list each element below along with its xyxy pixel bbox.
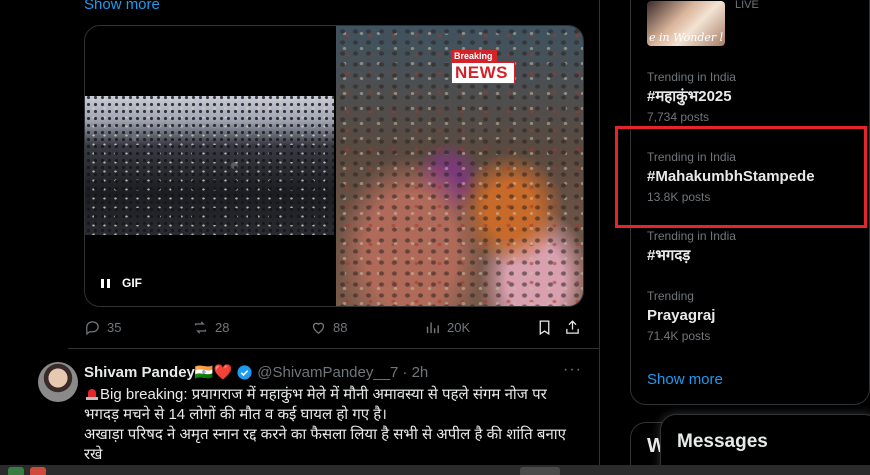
pause-icon[interactable] [101,278,110,288]
trend-tag: #भगदड़ [647,247,691,264]
trend-context: Trending [647,289,694,303]
trend-tag: #महाकुंभ2025 [647,88,732,105]
live-card-text: e in Wonder l [649,31,724,44]
trend-item[interactable]: Trending in India #भगदड़ [647,228,857,266]
timeline-feed: Show more GIF Breaking NEWS 35 28 88 20K… [38,0,600,475]
repost-icon [194,321,207,334]
reply-icon [86,321,99,336]
trend-item[interactable]: Trending in India #महाकुंभ2025 7,734 pos… [647,69,857,125]
crowd-gif-image [85,96,334,235]
app-icon[interactable] [30,467,46,475]
author-name[interactable]: Shivam Pandey🇮🇳❤️ [84,363,232,381]
share-button[interactable] [564,319,581,336]
share-icon [566,320,579,334]
right-sidebar: e in Wonder l LIVE Trending in India #मह… [630,0,870,475]
views-icon [426,322,439,334]
trend-context: Trending in India [647,70,736,84]
tweet-text: Big breaking: प्रयागराज में महाकुंभ मेले… [84,385,584,465]
gif-label: GIF [122,276,142,290]
trend-item[interactable]: Trending Prayagraj 71.4K posts [647,288,857,344]
tweet-line-2: अखाड़ा परिषद ने अमृत स्नान रद्द करने का … [84,426,566,463]
repost-count: 28 [215,320,230,335]
reply-count: 35 [107,320,122,335]
messages-label: Messages [677,431,768,452]
tweet-media-grid[interactable]: GIF Breaking NEWS [84,25,584,307]
bookmark-button[interactable] [536,319,553,336]
news-label: NEWS [451,62,515,84]
trend-post-count: 7,734 posts [647,110,710,124]
trend-tag: Prayagraj [647,307,716,324]
live-label: LIVE [735,0,759,11]
gif-controls[interactable]: GIF [101,276,142,290]
tweet-time[interactable]: · 2h [402,364,428,381]
trend-post-count: 71.4K posts [647,329,711,343]
bookmark-icon [539,320,550,336]
more-options-button[interactable]: ··· [563,361,582,379]
breaking-label: Breaking [451,50,497,62]
avatar[interactable] [38,362,78,402]
breaking-news-badge: Breaking NEWS [451,50,515,84]
author-handle[interactable]: @ShivamPandey__7 [257,364,398,381]
views-button[interactable]: 20K [424,319,470,336]
trend-context: Trending in India [647,229,736,243]
os-taskbar [0,465,870,475]
like-icon [312,322,325,334]
like-count: 88 [333,320,348,335]
verified-icon [237,364,252,380]
siren-icon [86,389,98,400]
tweet-actions: 35 28 88 20K [84,319,584,339]
view-count: 20K [447,320,471,335]
repost-button[interactable]: 28 [192,319,229,336]
app-icon[interactable] [520,467,560,475]
stampede-photo[interactable]: Breaking NEWS [336,26,583,306]
show-more-trends-link[interactable]: Show more [647,371,723,388]
reply-button[interactable]: 35 [84,319,121,336]
gif-media[interactable]: GIF [85,26,334,306]
show-more-link[interactable]: Show more [84,0,160,13]
tweet-header: Shivam Pandey🇮🇳❤️ @ShivamPandey__7 · 2h [84,363,428,382]
live-broadcast-thumbnail[interactable]: e in Wonder l [647,1,725,46]
app-icon[interactable] [8,467,24,475]
like-button[interactable]: 88 [310,319,347,336]
highlight-annotation-box [615,126,867,228]
tweet-line-1: Big breaking: प्रयागराज में महाकुंभ मेले… [84,386,547,423]
tweet[interactable]: Shivam Pandey🇮🇳❤️ @ShivamPandey__7 · 2h … [38,349,600,475]
